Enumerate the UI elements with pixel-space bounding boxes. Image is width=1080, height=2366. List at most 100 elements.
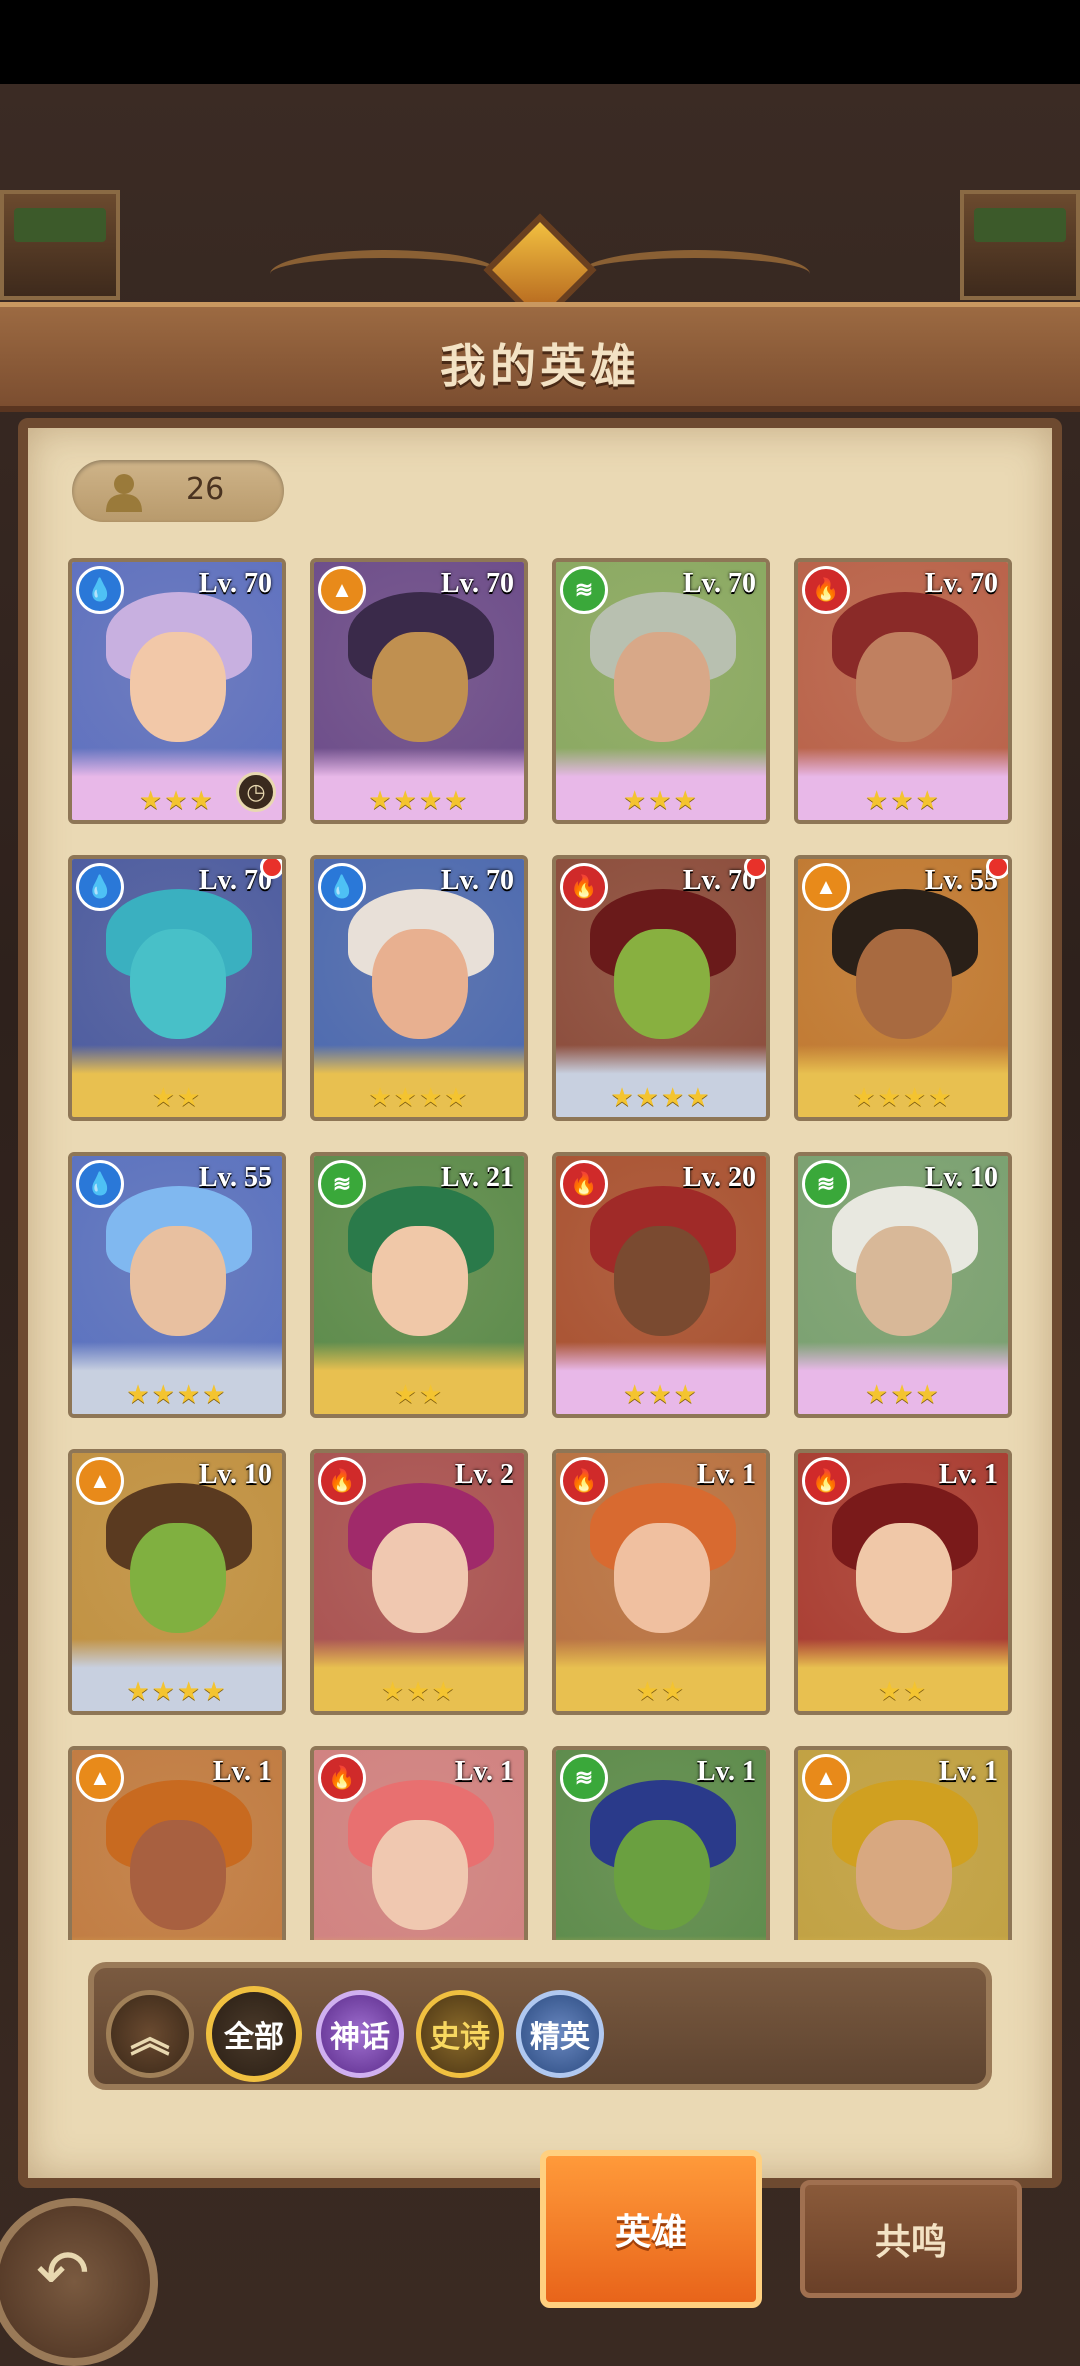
- element-fire-icon: 🔥: [560, 863, 608, 911]
- hero-face: [856, 1523, 952, 1633]
- hero-face: [130, 1523, 226, 1633]
- element-fire-icon: 🔥: [560, 1160, 608, 1208]
- person-icon: [106, 474, 142, 512]
- hero-card[interactable]: 🔥 Lv. 1 ★★: [552, 1449, 770, 1715]
- left-pillar-decoration: [0, 190, 120, 300]
- element-wind-icon: ≋: [802, 1160, 850, 1208]
- hero-stars: ★★: [877, 1676, 929, 1706]
- hero-face: [372, 929, 468, 1039]
- page-title: 我的英雄: [440, 340, 640, 392]
- filter-myth-label: 神话: [330, 2021, 390, 2054]
- filter-epic-button[interactable]: 史诗: [416, 1990, 504, 2078]
- filter-all-button[interactable]: 全部: [206, 1986, 302, 2082]
- rarity-frame: [556, 1936, 766, 1940]
- notification-dot: [986, 859, 1008, 879]
- hero-level: Lv. 70: [440, 568, 514, 599]
- hero-level: Lv. 70: [198, 568, 272, 599]
- hero-count-value: 26: [186, 472, 225, 507]
- rarity-frame: [798, 1936, 1008, 1940]
- hero-level: Lv. 70: [682, 568, 756, 599]
- hero-level: Lv. 1: [212, 1756, 272, 1787]
- element-wind-icon: ≋: [560, 1754, 608, 1802]
- hero-level: Lv. 1: [938, 1756, 998, 1787]
- element-fire-icon: 🔥: [802, 1457, 850, 1505]
- hero-stars: ★★★★: [368, 785, 470, 815]
- filter-bar: ︽ 全部 神话 史诗 精英: [88, 1962, 992, 2090]
- filter-myth-button[interactable]: 神话: [316, 1990, 404, 2078]
- hero-stars: ★★★★: [126, 1676, 228, 1706]
- hero-face: [372, 632, 468, 742]
- hero-face: [856, 632, 952, 742]
- notification-dot: [744, 859, 766, 879]
- element-water-icon: 💧: [76, 863, 124, 911]
- hero-card[interactable]: 🔥 Lv. 2 ★★★: [310, 1449, 528, 1715]
- right-pillar-decoration: [960, 190, 1080, 300]
- hero-card[interactable]: 💧 Lv. 70 ★★★ ◷: [68, 558, 286, 824]
- filter-elite-label: 精英: [530, 2021, 590, 2054]
- element-fire-orange-icon: ▲: [76, 1754, 124, 1802]
- hero-level: Lv. 2: [454, 1459, 514, 1490]
- hero-level: Lv. 1: [696, 1756, 756, 1787]
- hero-level: Lv. 55: [198, 1162, 272, 1193]
- hero-card[interactable]: ▲ Lv. 10 ★★★★: [68, 1449, 286, 1715]
- hero-card[interactable]: 🔥 Lv. 20 ★★★: [552, 1152, 770, 1418]
- back-button[interactable]: ↶: [0, 2198, 158, 2366]
- rarity-frame: [314, 1936, 524, 1940]
- hero-level: Lv. 70: [924, 568, 998, 599]
- hero-level: Lv. 1: [454, 1756, 514, 1787]
- collapse-filter-button[interactable]: ︽: [106, 1990, 194, 2078]
- tab-resonance-label: 共鸣: [874, 2221, 947, 2262]
- element-water-icon: 💧: [76, 566, 124, 614]
- hero-stars: ★★★: [865, 1379, 941, 1409]
- element-water-icon: 💧: [318, 863, 366, 911]
- hero-stars: ★★★: [381, 1676, 457, 1706]
- hero-face: [614, 929, 710, 1039]
- hero-face: [856, 929, 952, 1039]
- hero-face: [130, 1820, 226, 1930]
- hero-stars: ★★★★: [368, 1082, 470, 1112]
- hero-card[interactable]: 💧 Lv. 55 ★★★★: [68, 1152, 286, 1418]
- rarity-frame: [72, 1936, 282, 1940]
- hero-stars: ★★★★: [126, 1379, 228, 1409]
- hero-face: [856, 1226, 952, 1336]
- hero-stars: ★★★: [623, 1379, 699, 1409]
- tab-hero-label: 英雄: [614, 2211, 687, 2252]
- element-fire-orange-icon: ▲: [318, 566, 366, 614]
- hero-face: [614, 1226, 710, 1336]
- hero-face: [614, 1820, 710, 1930]
- hero-card[interactable]: 🔥 Lv. 1: [310, 1746, 528, 1940]
- hero-face: [130, 632, 226, 742]
- hero-card[interactable]: ▲ Lv. 1: [68, 1746, 286, 1940]
- tab-hero[interactable]: 英雄: [540, 2150, 762, 2308]
- hero-card[interactable]: ▲ Lv. 1: [794, 1746, 1012, 1940]
- element-fire-icon: 🔥: [802, 566, 850, 614]
- hero-card[interactable]: 🔥 Lv. 70 ★★★: [794, 558, 1012, 824]
- element-water-icon: 💧: [76, 1160, 124, 1208]
- hero-stars: ★★: [393, 1379, 445, 1409]
- tab-resonance[interactable]: 共鸣: [800, 2180, 1022, 2298]
- clock-icon: ◷: [236, 772, 276, 812]
- hero-card[interactable]: 🔥 Lv. 1 ★★: [794, 1449, 1012, 1715]
- filter-epic-label: 史诗: [430, 2021, 490, 2054]
- element-fire-orange-icon: ▲: [802, 1754, 850, 1802]
- hero-card[interactable]: ▲ Lv. 55 ★★★★: [794, 855, 1012, 1121]
- hero-card[interactable]: ≋ Lv. 10 ★★★: [794, 1152, 1012, 1418]
- hero-card[interactable]: 🔥 Lv. 70 ★★★★: [552, 855, 770, 1121]
- hero-card[interactable]: ≋ Lv. 1: [552, 1746, 770, 1940]
- element-wind-icon: ≋: [318, 1160, 366, 1208]
- hero-card[interactable]: ≋ Lv. 21 ★★: [310, 1152, 528, 1418]
- hero-stars: ★★: [151, 1082, 203, 1112]
- back-arrow-icon: ↶: [36, 2237, 90, 2309]
- element-fire-orange-icon: ▲: [802, 863, 850, 911]
- hero-card[interactable]: ≋ Lv. 70 ★★★: [552, 558, 770, 824]
- hero-stars: ★★★★: [610, 1082, 712, 1112]
- hero-face: [856, 1820, 952, 1930]
- hero-card[interactable]: ▲ Lv. 70 ★★★★: [310, 558, 528, 824]
- status-bar: [0, 0, 1080, 84]
- hero-level: Lv. 10: [924, 1162, 998, 1193]
- filter-elite-button[interactable]: 精英: [516, 1990, 604, 2078]
- filter-all-label: 全部: [224, 2021, 284, 2054]
- element-fire-icon: 🔥: [318, 1754, 366, 1802]
- hero-card[interactable]: 💧 Lv. 70 ★★★★: [310, 855, 528, 1121]
- hero-card[interactable]: 💧 Lv. 70 ★★: [68, 855, 286, 1121]
